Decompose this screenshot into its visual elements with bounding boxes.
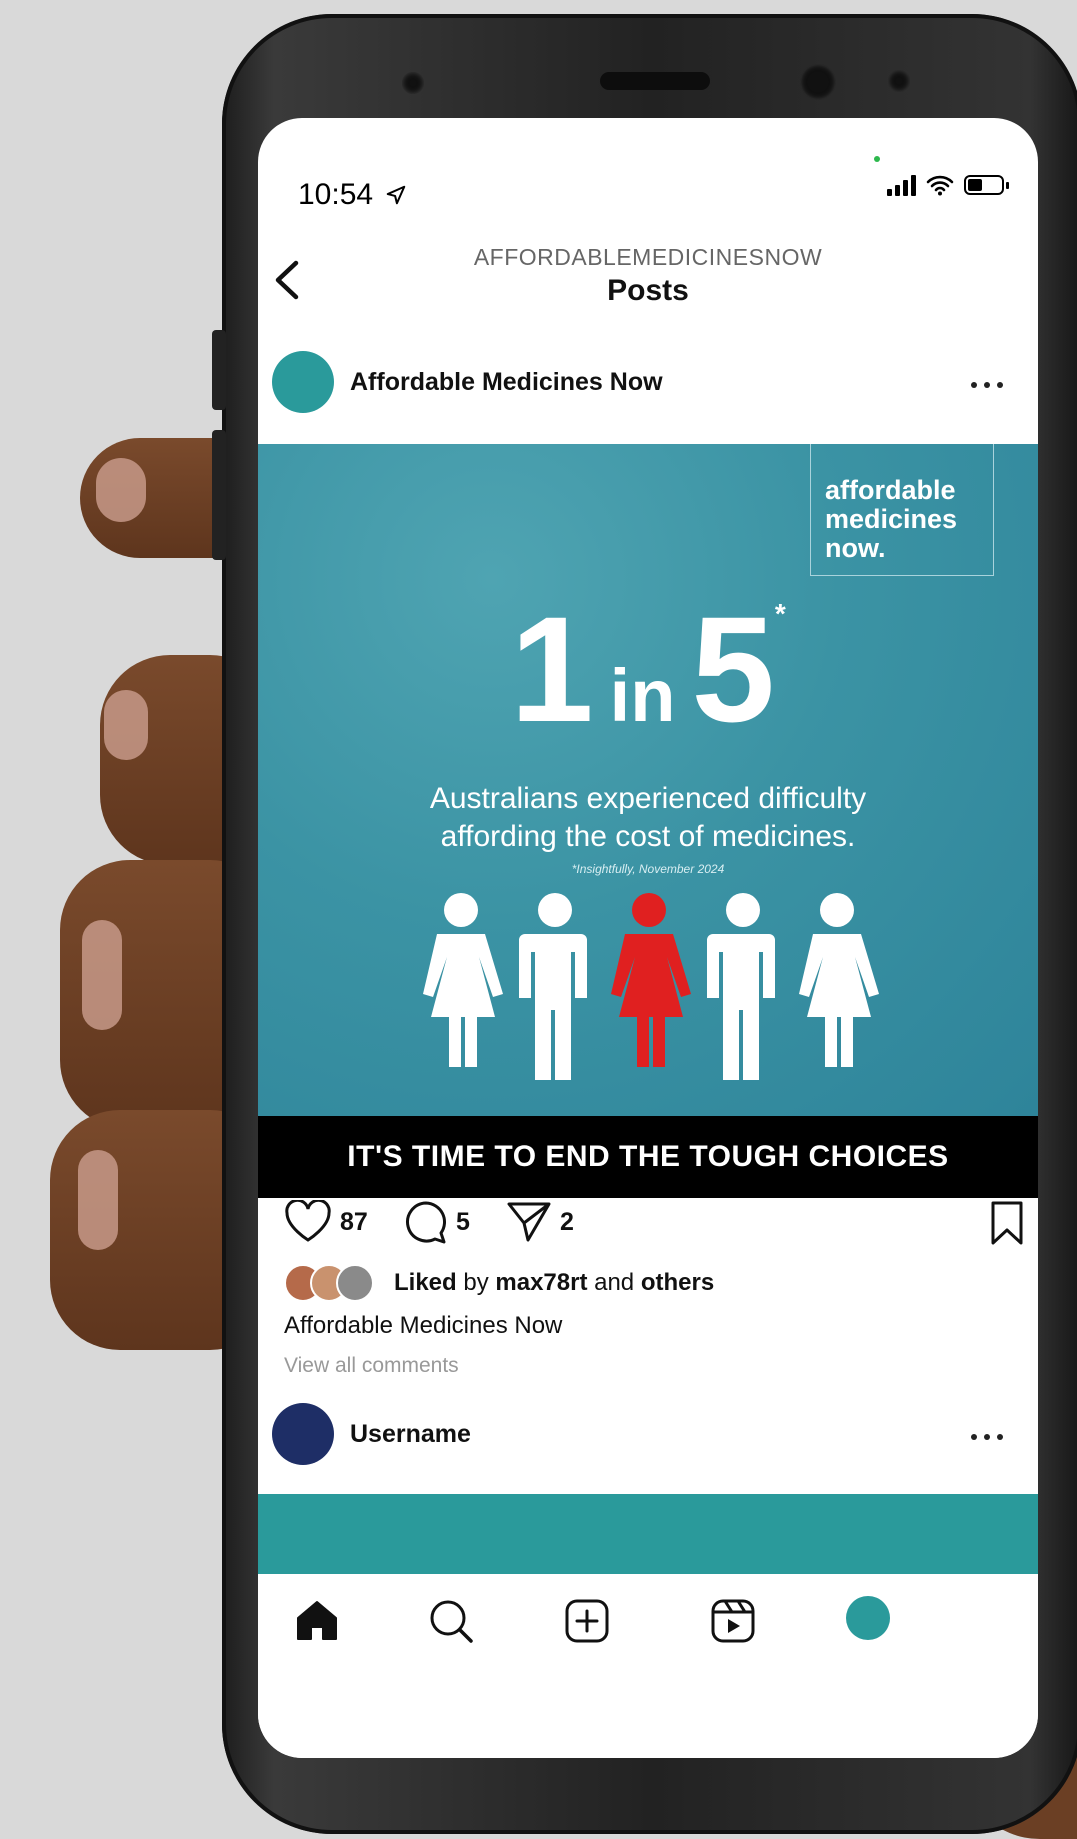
- header-account-name: AFFORDABLEMEDICINESNOW: [473, 244, 823, 270]
- screen-bottom: [258, 1698, 1038, 1758]
- liked-by[interactable]: Liked by max78rt and others: [284, 1264, 714, 1302]
- add-post-icon: [565, 1599, 609, 1643]
- more-options-button[interactable]: [970, 1418, 1004, 1446]
- liked-by-text: and: [587, 1269, 641, 1296]
- stage: 10:54 AFFORDABLEMEDICINESNOW Posts Affor…: [0, 0, 1077, 1839]
- person-figure-highlighted: [611, 893, 691, 1067]
- phone-side-button: [212, 430, 226, 560]
- brand-word: affordable: [825, 475, 956, 505]
- like-button[interactable]: 87: [284, 1200, 368, 1244]
- stat-asterisk: *: [774, 598, 786, 629]
- bottom-nav: [258, 1574, 1038, 1674]
- signal-icon: [887, 174, 916, 196]
- person-figure: [519, 893, 587, 1080]
- liked-label: Liked: [394, 1269, 457, 1296]
- stat-number: 1: [510, 585, 594, 753]
- nav-home[interactable]: [294, 1598, 340, 1647]
- comment-icon: [406, 1201, 446, 1244]
- send-icon: [507, 1202, 551, 1242]
- heart-icon: [285, 1200, 331, 1242]
- liked-by-text: by: [456, 1269, 496, 1296]
- next-post-image[interactable]: [258, 1494, 1038, 1574]
- save-button[interactable]: [990, 1200, 1024, 1251]
- phone-speaker: [600, 72, 710, 90]
- page-title: Posts: [607, 274, 689, 307]
- ellipsis-icon: [971, 382, 1003, 388]
- profile-avatar: [846, 1596, 890, 1640]
- more-options-button[interactable]: [970, 366, 1004, 394]
- stat-line: affording the cost of medicines.: [440, 820, 856, 853]
- ellipsis-icon: [971, 1434, 1003, 1440]
- brand-logo: affordable medicines now.: [810, 444, 994, 576]
- person-figure: [423, 893, 503, 1067]
- liker-avatars: [284, 1264, 374, 1302]
- phone-side-button: [212, 330, 226, 410]
- avatar[interactable]: [272, 351, 334, 413]
- phone-sensor: [800, 64, 836, 100]
- phone-screen: 10:54 AFFORDABLEMEDICINESNOW Posts Affor…: [258, 118, 1038, 1758]
- stat-line: Australians experienced difficulty: [429, 782, 867, 815]
- nav-create[interactable]: [564, 1598, 610, 1649]
- next-post-header: Username: [272, 1402, 1022, 1466]
- nav-reels[interactable]: [710, 1598, 756, 1649]
- stat-description: Australians experienced difficulty affor…: [258, 780, 1038, 856]
- post-banner: IT'S TIME TO END THE TOUGH CHOICES: [258, 1116, 1038, 1198]
- finger-nail: [82, 920, 122, 1030]
- finger-nail: [96, 458, 146, 522]
- liked-by-others[interactable]: others: [641, 1269, 714, 1297]
- stat-headline: 1 in 5*: [258, 594, 1038, 744]
- home-icon: [297, 1601, 337, 1640]
- phone-sensor: [888, 70, 910, 92]
- stat-footnote: *Insightfully, November 2024: [571, 862, 725, 876]
- comment-button[interactable]: 5: [404, 1200, 470, 1244]
- view-comments-link[interactable]: View all comments: [284, 1354, 459, 1378]
- nav-search[interactable]: [428, 1598, 474, 1649]
- post-caption: Affordable Medicines Now: [284, 1312, 563, 1339]
- post-header: Affordable Medicines Now: [272, 350, 1022, 414]
- status-time: 10:54: [298, 178, 407, 212]
- shares-count: 2: [560, 1207, 574, 1236]
- reels-icon: [711, 1599, 755, 1643]
- search-icon: [430, 1600, 473, 1643]
- finger-nail: [78, 1150, 118, 1250]
- battery-icon: [964, 175, 1009, 195]
- brand-word: medicines: [825, 504, 958, 534]
- next-post-username[interactable]: Username: [350, 1420, 471, 1449]
- liked-by-user[interactable]: max78rt: [495, 1269, 587, 1297]
- person-figure: [799, 893, 879, 1067]
- avatar[interactable]: [272, 1403, 334, 1465]
- comments-count: 5: [456, 1207, 470, 1236]
- nav-profile[interactable]: [846, 1596, 890, 1640]
- people-figures: [423, 893, 879, 1080]
- share-button[interactable]: 2: [506, 1200, 574, 1244]
- post-image[interactable]: affordable medicines now. 1 in 5* Australi…: [258, 444, 1038, 1198]
- location-arrow-icon: [387, 185, 406, 205]
- phone-camera: [402, 72, 424, 94]
- finger-nail: [104, 690, 148, 760]
- stat-number: 5: [691, 585, 775, 753]
- stat-word: in: [609, 654, 676, 737]
- wifi-icon: [926, 175, 954, 196]
- brand-word: now.: [825, 533, 886, 563]
- post-actions: 87 5 2: [284, 1200, 1024, 1250]
- likes-count: 87: [340, 1207, 368, 1236]
- status-icons: [887, 174, 1009, 196]
- person-figure: [707, 893, 775, 1080]
- avatar: [336, 1264, 374, 1302]
- bookmark-icon: [991, 1201, 1023, 1245]
- post-username[interactable]: Affordable Medicines Now: [350, 368, 663, 397]
- privacy-indicator: [874, 156, 880, 162]
